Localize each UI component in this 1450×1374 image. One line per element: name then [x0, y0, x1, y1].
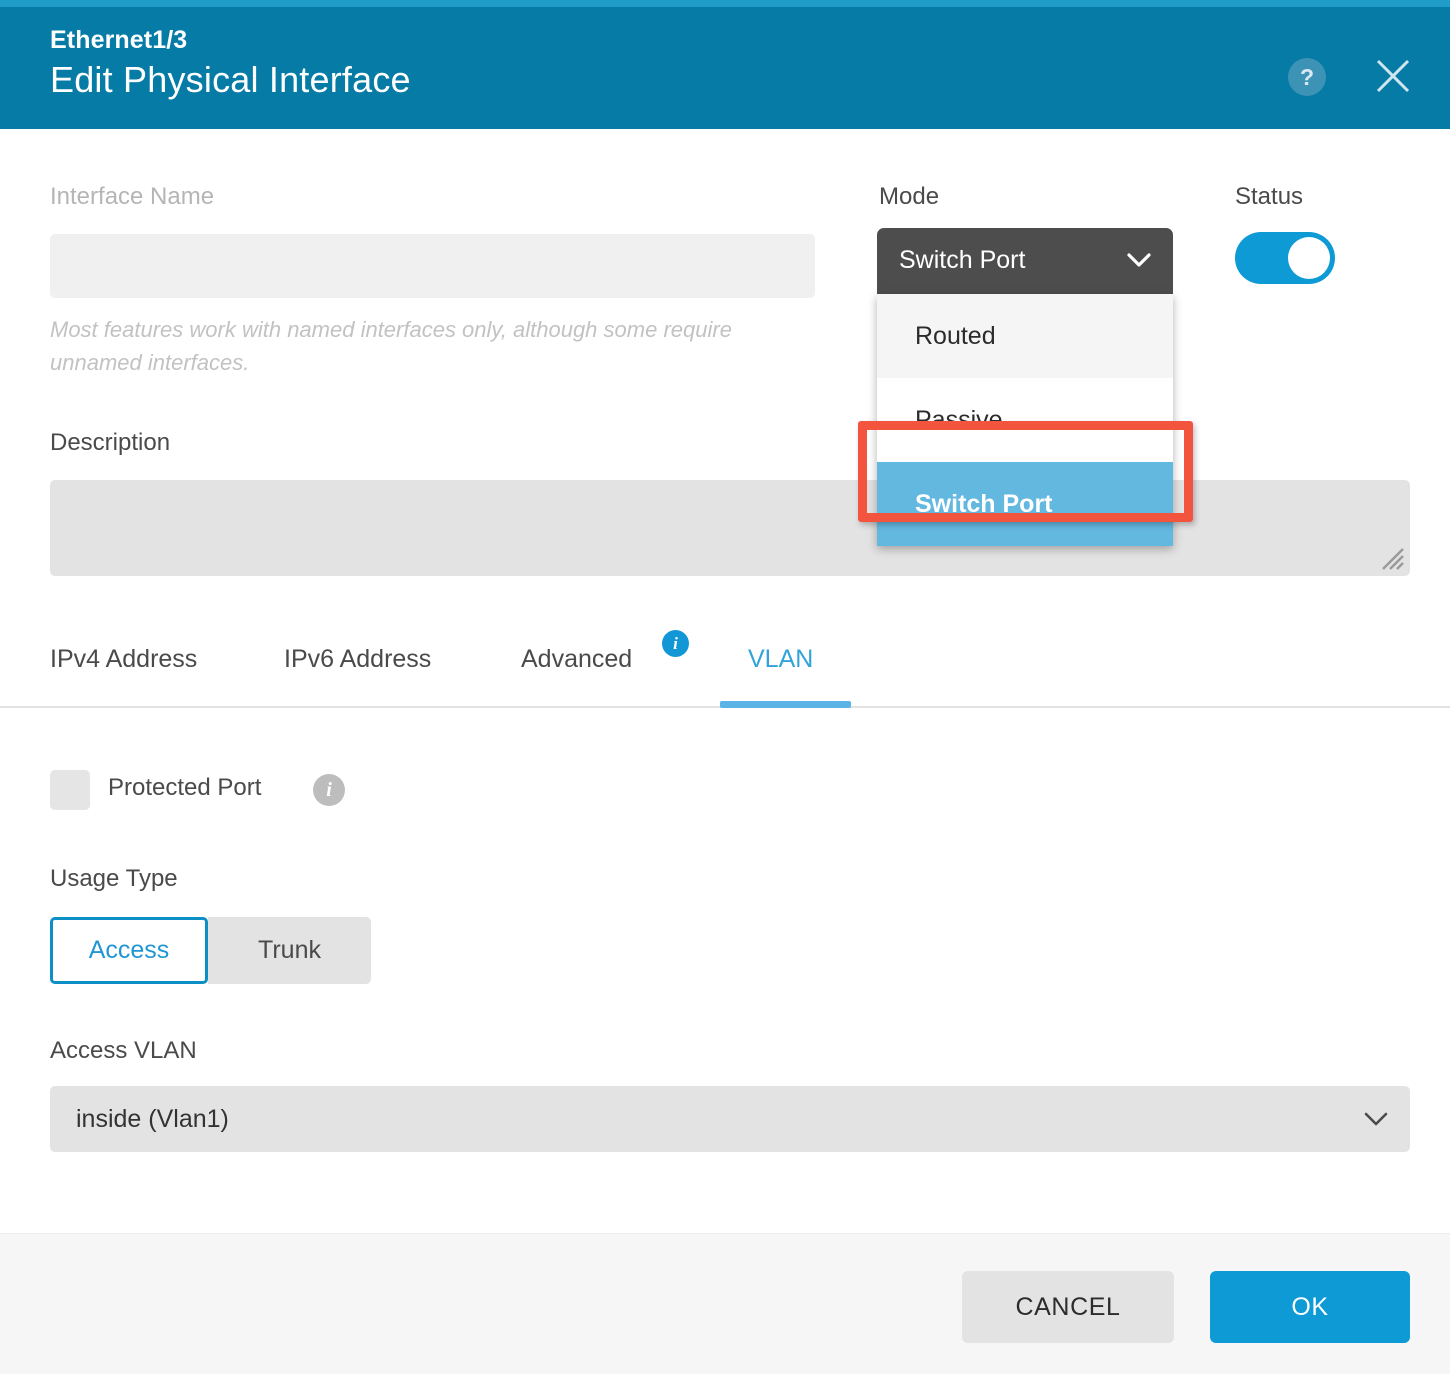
status-label: Status [1235, 183, 1303, 211]
description-label: Description [50, 429, 170, 457]
info-badge-icon: i [662, 630, 689, 657]
access-vlan-label: Access VLAN [50, 1037, 197, 1065]
description-input[interactable] [50, 480, 1410, 576]
active-tab-indicator [720, 701, 851, 708]
mode-selected-value: Switch Port [899, 246, 1025, 275]
dialog-header: Ethernet1/3 Edit Physical Interface ? [0, 7, 1450, 129]
interface-name-helper-text: Most features work with named interfaces… [50, 313, 790, 379]
access-vlan-selected-value: inside (Vlan1) [76, 1105, 229, 1134]
edit-physical-interface-dialog: Ethernet1/3 Edit Physical Interface ? In… [0, 0, 1450, 1374]
interface-name-input[interactable] [50, 234, 815, 298]
protected-port-info-icon[interactable]: i [313, 774, 345, 806]
mode-dropdown-menu[interactable]: Routed Passive Switch Port [877, 294, 1173, 546]
chevron-down-icon [1364, 1111, 1388, 1127]
dialog-title: Edit Physical Interface [50, 59, 411, 101]
dialog-footer: CANCEL OK [0, 1233, 1450, 1374]
dialog-body: Interface Name Most features work with n… [0, 129, 1450, 1233]
mode-option-routed[interactable]: Routed [877, 294, 1173, 378]
usage-type-option-trunk[interactable]: Trunk [208, 917, 371, 984]
status-toggle[interactable] [1235, 232, 1335, 284]
toggle-knob [1288, 237, 1330, 279]
mode-option-switch-port[interactable]: Switch Port [877, 462, 1173, 546]
chevron-down-icon [1127, 252, 1151, 268]
tab-ipv4-address[interactable]: IPv4 Address [50, 645, 197, 674]
usage-type-label: Usage Type [50, 865, 178, 893]
mode-label: Mode [879, 183, 939, 211]
interface-name-label: Interface Name [50, 183, 214, 211]
interface-id-label: Ethernet1/3 [50, 26, 187, 55]
mode-select-button[interactable]: Switch Port [877, 228, 1173, 294]
usage-type-option-access[interactable]: Access [50, 917, 208, 984]
protected-port-label: Protected Port [108, 774, 261, 802]
cancel-button[interactable]: CANCEL [962, 1271, 1174, 1343]
ok-button[interactable]: OK [1210, 1271, 1410, 1343]
tab-bar: IPv4 Address IPv6 Address Advanced VLAN [0, 627, 1450, 706]
tab-vlan[interactable]: VLAN [748, 645, 813, 674]
tab-advanced[interactable]: Advanced [521, 645, 632, 674]
tab-ipv6-address[interactable]: IPv6 Address [284, 645, 431, 674]
mode-option-passive[interactable]: Passive [877, 378, 1173, 462]
access-vlan-select[interactable]: inside (Vlan1) [50, 1086, 1410, 1152]
close-icon[interactable] [1372, 55, 1414, 97]
window-top-strip [0, 0, 1450, 7]
protected-port-checkbox[interactable] [50, 770, 90, 810]
help-icon[interactable]: ? [1288, 58, 1326, 96]
